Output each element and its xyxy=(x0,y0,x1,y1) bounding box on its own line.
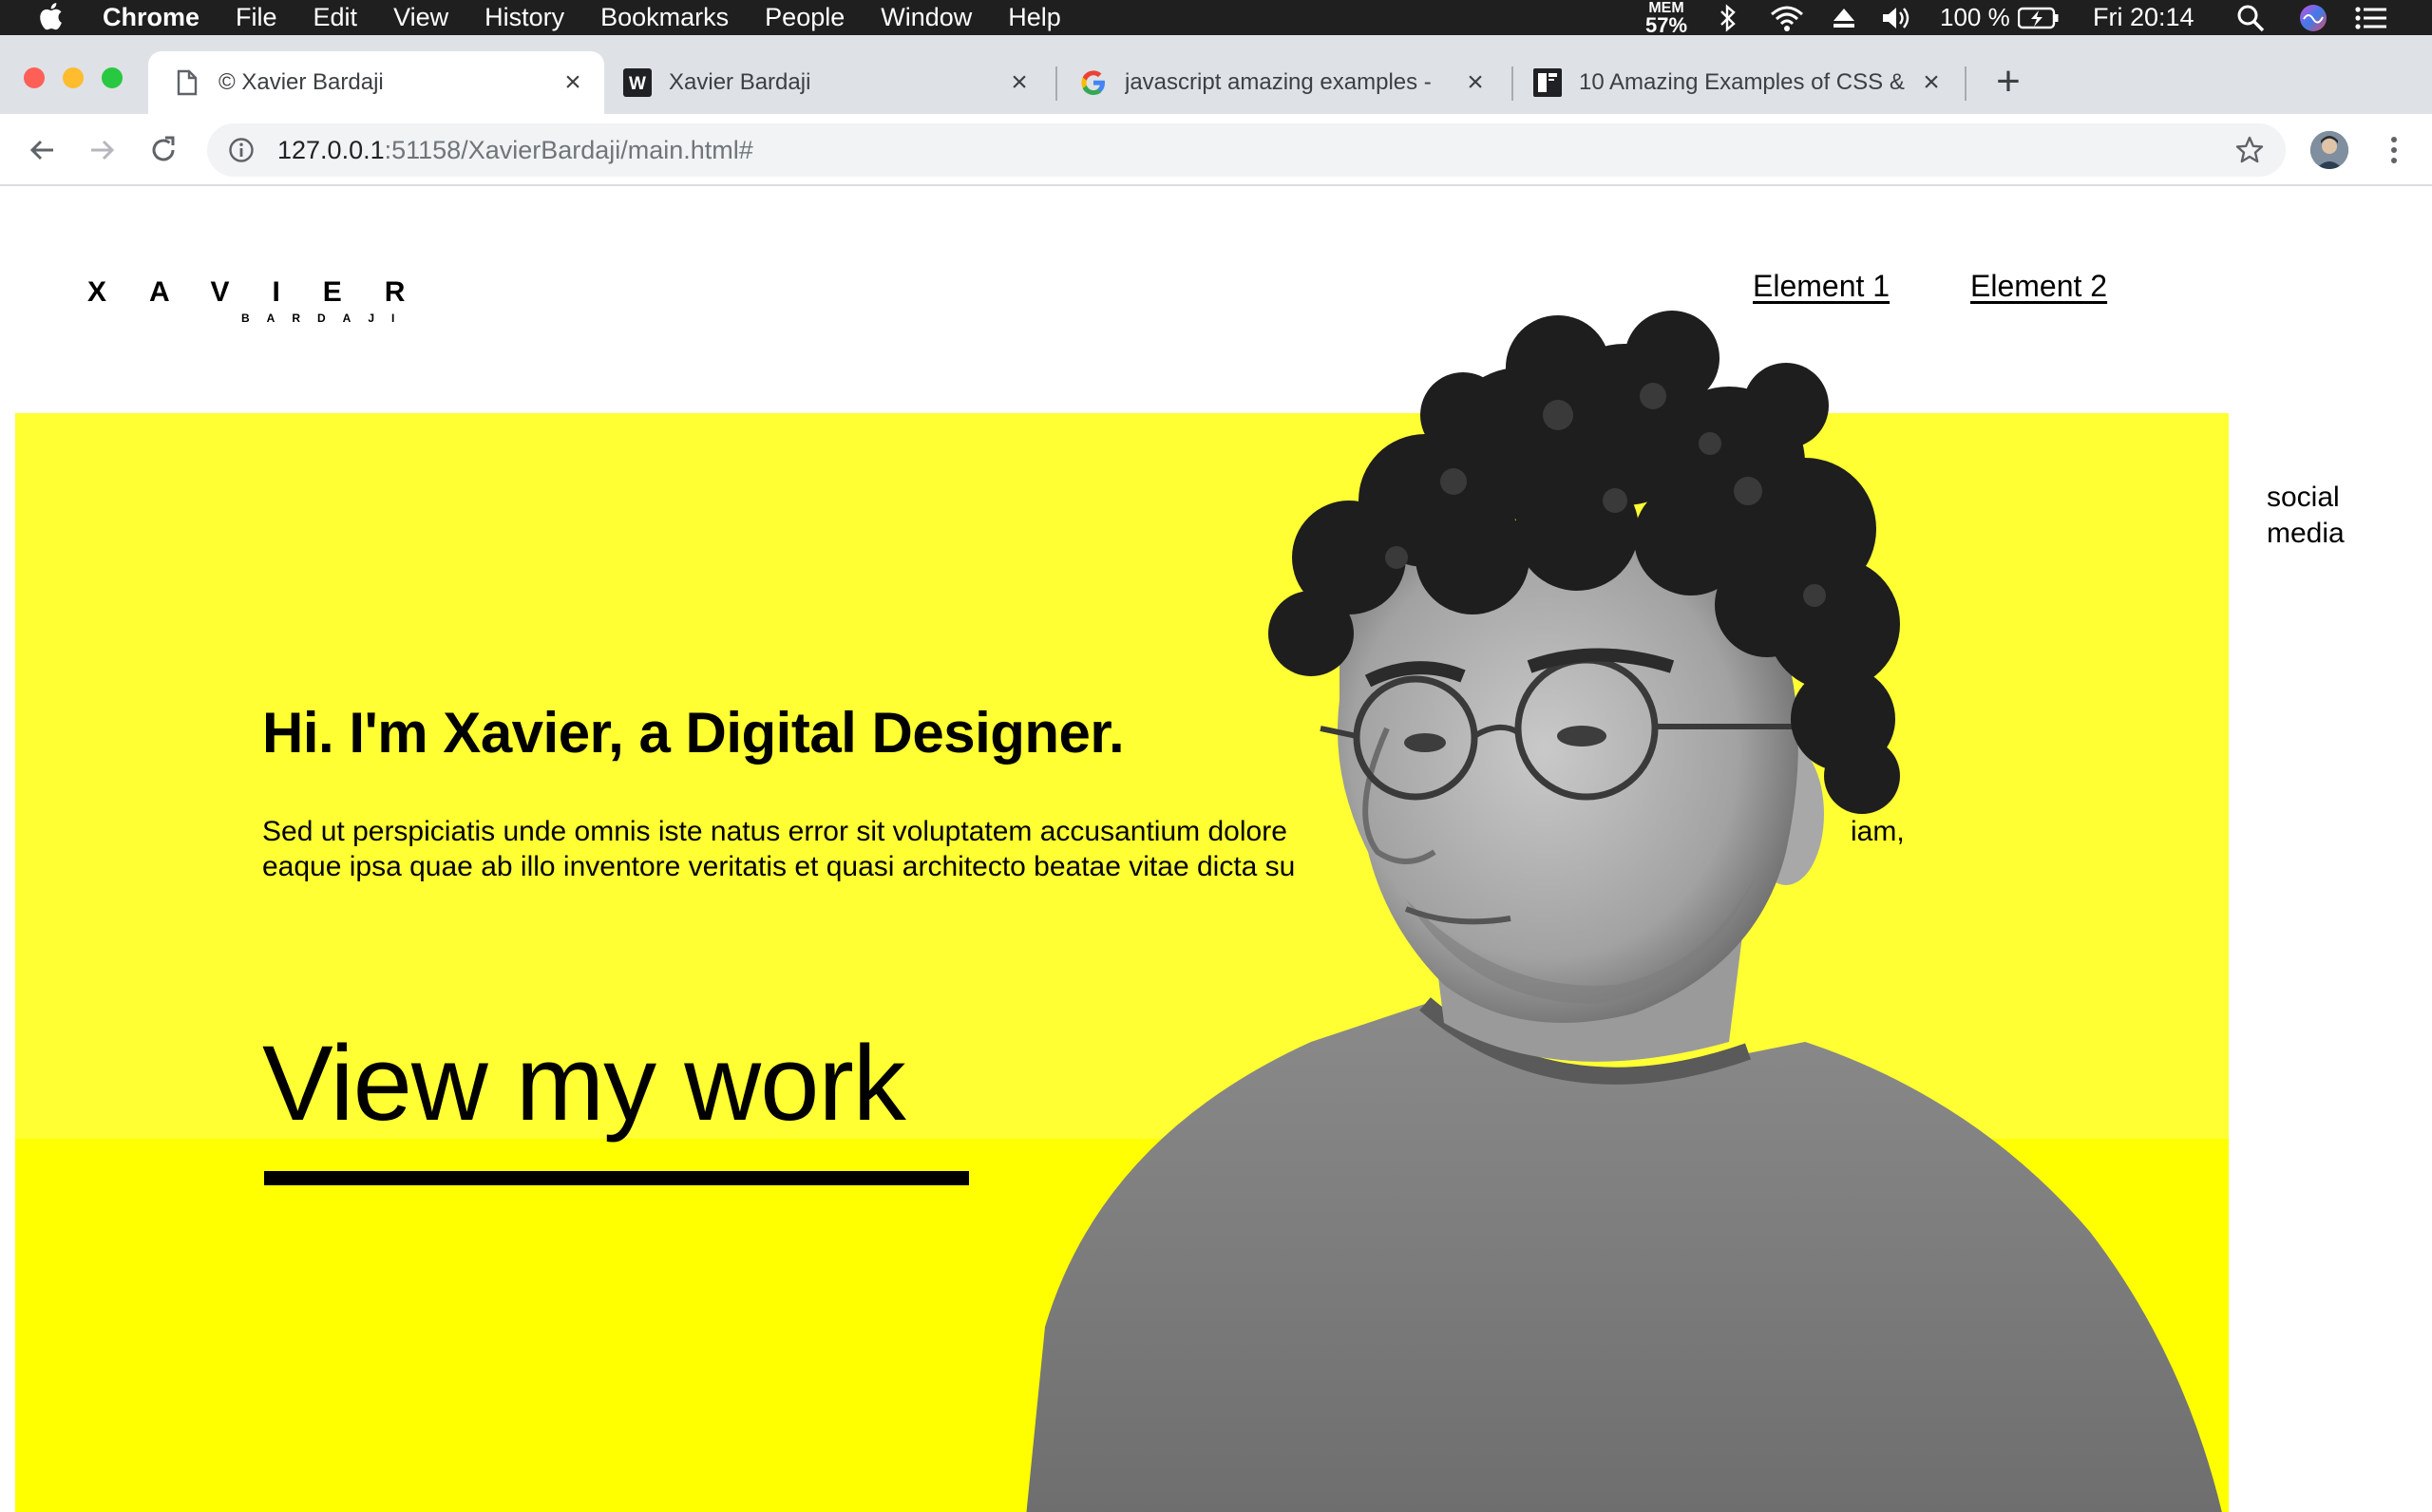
tab-title: javascript amazing examples - xyxy=(1125,69,1432,95)
memory-indicator[interactable]: MEM 57% xyxy=(1640,0,1693,35)
wifi-icon[interactable] xyxy=(1769,0,1807,35)
more-menu-icon[interactable] xyxy=(2375,131,2413,169)
page-icon xyxy=(173,68,201,97)
w-logo-icon: W xyxy=(623,68,652,97)
tab-separator xyxy=(1055,66,1057,101)
menu-people[interactable]: People xyxy=(765,3,845,32)
spotlight-search-icon[interactable] xyxy=(2236,0,2267,35)
close-tab-icon[interactable]: × xyxy=(1917,66,1946,98)
battery-icon[interactable] xyxy=(2018,0,2062,35)
menu-history[interactable]: History xyxy=(484,3,564,32)
tab-css-examples[interactable]: 10 Amazing Examples of CSS & × xyxy=(1520,51,1957,114)
tab-xavier-bardaji-local[interactable]: © Xavier Bardaji × xyxy=(148,51,604,114)
bluetooth-icon[interactable] xyxy=(1718,0,1746,35)
clock[interactable]: Fri 20:14 xyxy=(2093,0,2194,35)
close-window-button[interactable] xyxy=(24,67,45,88)
web-page: XAVIER BARDAJI Element 1 Element 2 socia… xyxy=(0,187,2432,1512)
menu-view[interactable]: View xyxy=(393,3,448,32)
url-text[interactable]: 127.0.0.1:51158/XavierBardaji/main.html# xyxy=(277,136,753,165)
close-tab-icon[interactable]: × xyxy=(559,66,587,98)
tab-title: Xavier Bardaji xyxy=(669,69,811,95)
menu-list: Chrome File Edit View History Bookmarks … xyxy=(103,0,1097,35)
menu-file[interactable]: File xyxy=(236,3,277,32)
apple-logo-icon[interactable] xyxy=(38,2,63,30)
menu-help[interactable]: Help xyxy=(1008,3,1061,32)
tab-title: © Xavier Bardaji xyxy=(218,69,384,95)
macos-menu-bar: Chrome File Edit View History Bookmarks … xyxy=(0,0,2432,35)
logo-subtitle: BARDAJI xyxy=(241,312,412,325)
book-icon xyxy=(1533,68,1562,97)
portrait-photo xyxy=(1026,311,2222,1512)
forward-arrow-icon[interactable] xyxy=(82,129,124,171)
memory-value: 57% xyxy=(1644,12,1688,37)
tab-title: 10 Amazing Examples of CSS & xyxy=(1579,69,1905,95)
battery-percent[interactable]: 100 % xyxy=(1940,0,2010,35)
reload-icon[interactable] xyxy=(142,129,184,171)
site-info-icon[interactable] xyxy=(226,135,256,165)
address-bar[interactable]: 127.0.0.1:51158/XavierBardaji/main.html# xyxy=(207,123,2286,177)
tab-separator xyxy=(1965,66,1966,101)
url-host: 127.0.0.1 xyxy=(277,135,385,164)
close-tab-icon[interactable]: × xyxy=(1461,66,1490,98)
volume-icon[interactable] xyxy=(1881,0,1913,35)
profile-avatar[interactable] xyxy=(2310,131,2348,169)
cta-underline xyxy=(264,1171,969,1185)
back-arrow-icon[interactable] xyxy=(21,129,63,171)
menu-bookmarks[interactable]: Bookmarks xyxy=(600,3,729,32)
minimize-window-button[interactable] xyxy=(63,67,84,88)
tab-xavier-bardaji[interactable]: W Xavier Bardaji × xyxy=(608,51,1045,114)
hero-headline: Hi. I'm Xavier, a Digital Designer. xyxy=(262,701,1125,765)
social-media-label: social media xyxy=(2267,482,2345,549)
tab-separator xyxy=(1511,66,1513,101)
new-tab-button[interactable]: + xyxy=(1989,61,2027,103)
logo-wordmark: XAVIER xyxy=(87,276,448,308)
menu-edit[interactable]: Edit xyxy=(314,3,358,32)
site-logo[interactable]: XAVIER BARDAJI xyxy=(87,278,410,331)
menu-app-name[interactable]: Chrome xyxy=(103,3,200,32)
view-my-work-link[interactable]: View my work xyxy=(262,1027,906,1141)
url-path: :51158/XavierBardaji/main.html# xyxy=(384,135,753,164)
notification-center-icon[interactable] xyxy=(2354,0,2388,35)
menu-window[interactable]: Window xyxy=(881,3,972,32)
google-icon xyxy=(1079,68,1108,97)
svg-text:W: W xyxy=(629,74,646,94)
close-tab-icon[interactable]: × xyxy=(1005,66,1034,98)
zoom-window-button[interactable] xyxy=(102,67,123,88)
eject-icon[interactable] xyxy=(1832,0,1860,35)
bookmark-star-icon[interactable] xyxy=(2234,135,2265,165)
siri-icon[interactable] xyxy=(2299,0,2329,35)
tab-javascript-examples[interactable]: javascript amazing examples - × xyxy=(1064,51,1501,114)
